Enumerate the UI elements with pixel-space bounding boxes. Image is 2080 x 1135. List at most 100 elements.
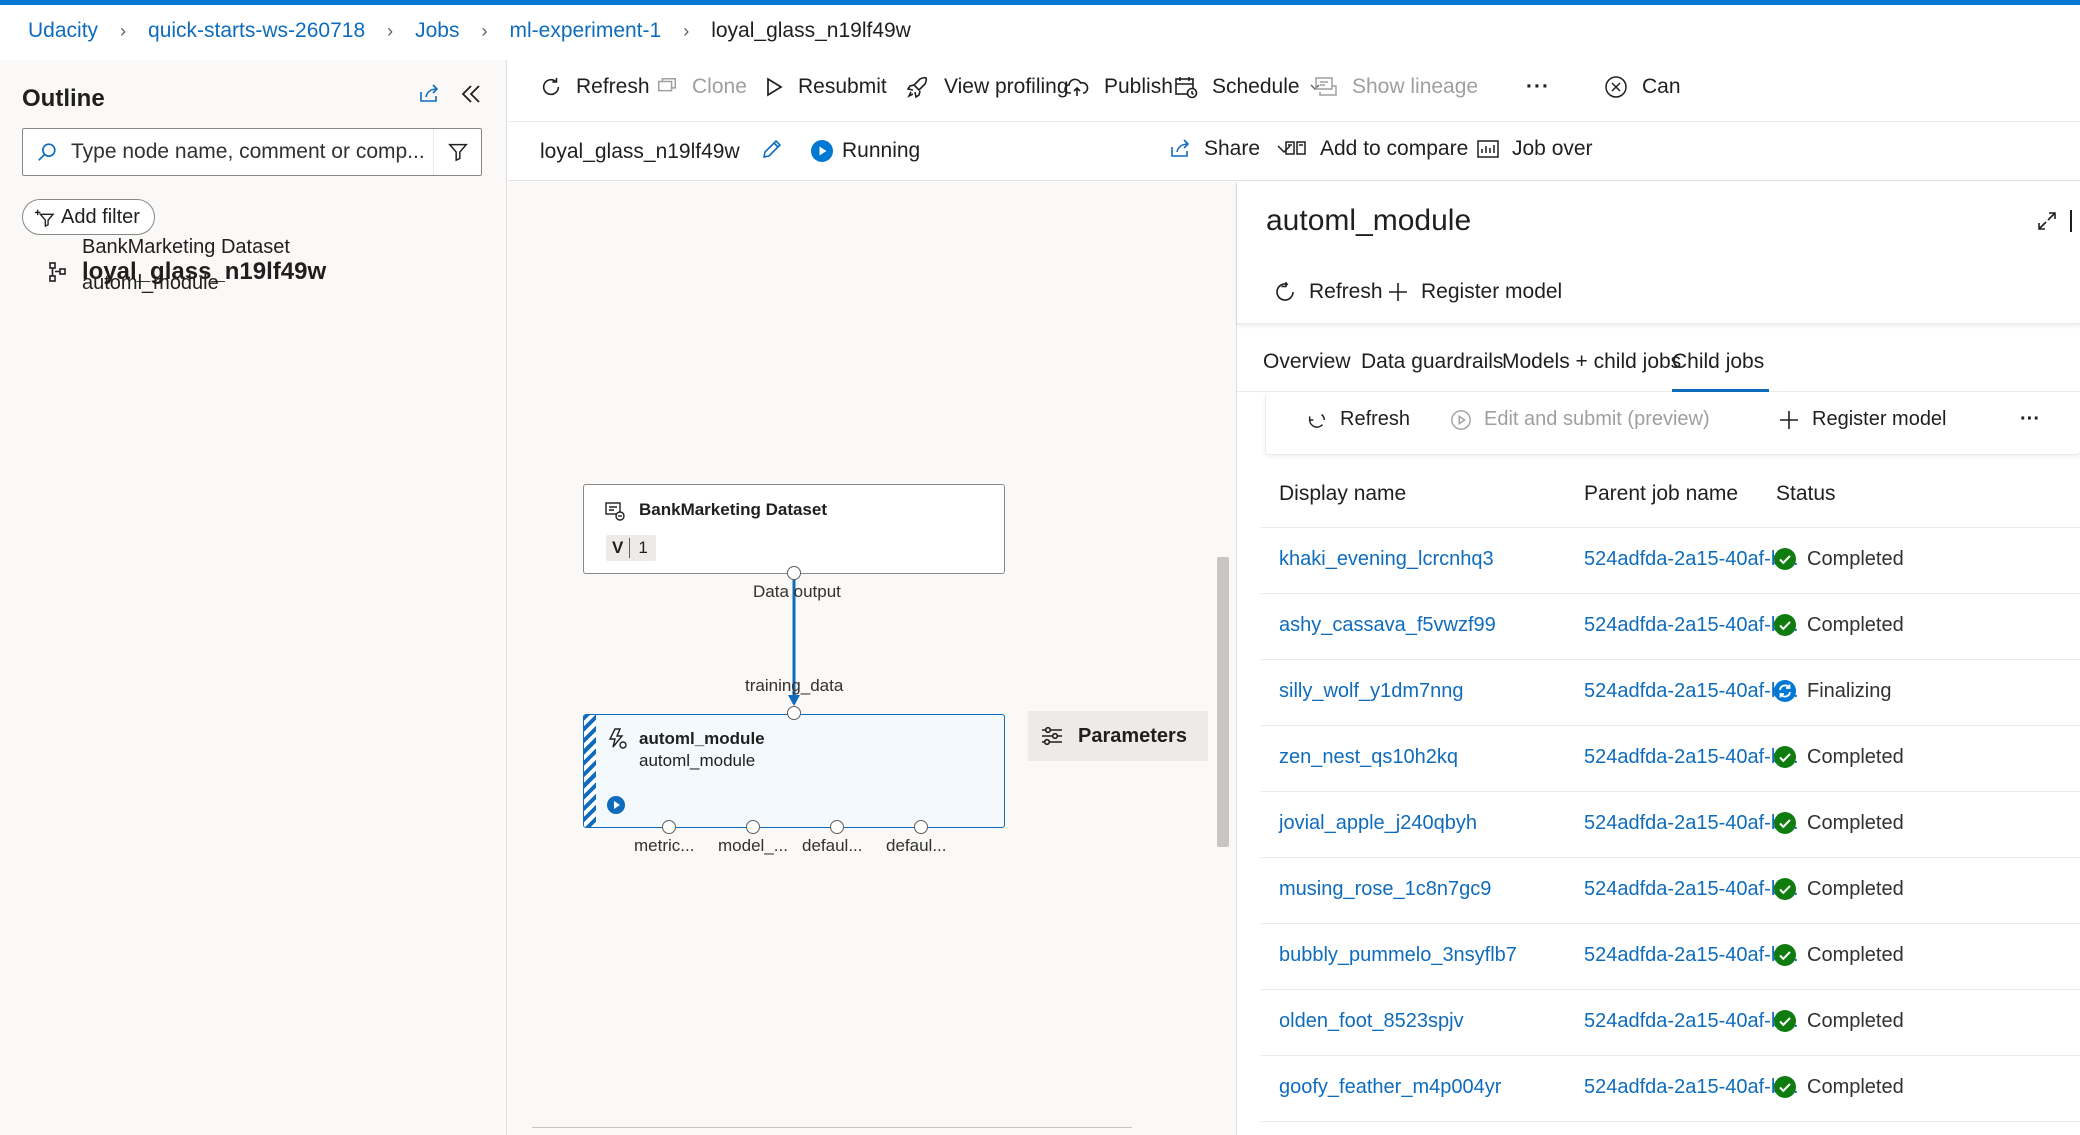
table-row[interactable]: khaki_evening_lcrcnhq3 524adfda-2a15-40af… — [1261, 528, 2080, 594]
breadcrumb-experiment[interactable]: ml-experiment-1 — [509, 19, 661, 43]
module-output-port-4[interactable] — [914, 820, 928, 834]
module-output-port-3[interactable] — [830, 820, 844, 834]
play-circle-icon — [1451, 409, 1471, 430]
tab-data-guardrails[interactable]: Data guardrails — [1361, 350, 1503, 374]
table-row[interactable]: silly_wolf_y1dm7nng 524adfda-2a15-40af-b.… — [1261, 660, 2080, 726]
tab-models-child-jobs[interactable]: Models + child jobs — [1502, 350, 1681, 374]
child-job-display-name-link[interactable]: musing_rose_1c8n7gc9 — [1279, 878, 1491, 901]
table-row[interactable]: bubbly_pummelo_3nsyflb7 524adfda-2a15-40a… — [1261, 924, 2080, 990]
table-row[interactable]: jovial_apple_j240qbyh 524adfda-2a15-40af-… — [1261, 792, 2080, 858]
view-profiling-button[interactable]: View profiling — [906, 67, 1069, 107]
canvas-scrollbar[interactable] — [1217, 557, 1229, 847]
table-row[interactable]: ashy_cassava_f5vwzf99 524adfda-2a15-40af-… — [1261, 594, 2080, 660]
parent-job-link[interactable]: 524adfda-2a15-40af-b... — [1584, 746, 1799, 769]
child-job-display-name-link[interactable]: khaki_evening_lcrcnhq3 — [1279, 548, 1494, 571]
parent-job-link[interactable]: 524adfda-2a15-40af-b... — [1584, 878, 1799, 901]
parent-job-link[interactable]: 524adfda-2a15-40af-b... — [1584, 812, 1799, 835]
parent-job-link[interactable]: 524adfda-2a15-40af-b... — [1584, 680, 1799, 703]
table-row[interactable]: olden_foot_8523spjv 524adfda-2a15-40af-b.… — [1261, 990, 2080, 1056]
module-output-port-2[interactable] — [746, 820, 760, 834]
publish-button[interactable]: Publish — [1064, 67, 1173, 107]
parent-job-link[interactable]: 524adfda-2a15-40af-b... — [1584, 944, 1799, 967]
dataset-output-port[interactable] — [787, 566, 801, 580]
status-label: Completed — [1807, 1075, 1904, 1098]
check-circle-icon — [1773, 547, 1797, 571]
child-job-display-name-link[interactable]: goofy_feather_m4p004yr — [1279, 1076, 1501, 1099]
view-profiling-label: View profiling — [944, 75, 1069, 98]
show-lineage-label: Show lineage — [1352, 75, 1479, 98]
parent-job-link[interactable]: 524adfda-2a15-40af-b... — [1584, 548, 1799, 571]
dataset-node[interactable]: BankMarketing Dataset V 1 — [583, 484, 1005, 574]
clone-button[interactable]: Clone — [656, 67, 747, 107]
check-circle-icon — [1773, 943, 1797, 967]
column-header-display-name[interactable]: Display name — [1279, 482, 1406, 506]
parameters-button[interactable]: Parameters — [1028, 711, 1208, 761]
panel-register-model-button[interactable]: Register model — [1387, 280, 1562, 304]
status-running: Running — [810, 139, 920, 163]
table-row[interactable]: musing_rose_1c8n7gc9 524adfda-2a15-40af-b… — [1261, 858, 2080, 924]
more-options-button[interactable]: ··· — [1526, 67, 1550, 107]
breadcrumb-workspace[interactable]: quick-starts-ws-260718 — [148, 19, 365, 43]
refresh-icon — [1276, 282, 1294, 301]
cancel-button[interactable]: Can — [1604, 67, 1681, 107]
close-panel-edge[interactable] — [2070, 210, 2074, 232]
breadcrumb-workspace-root[interactable]: Udacity — [28, 19, 98, 43]
refresh-icon — [542, 77, 560, 96]
dataset-output-label: Data output — [753, 582, 841, 601]
running-icon — [811, 140, 833, 162]
pencil-icon[interactable] — [760, 137, 784, 166]
pipeline-canvas[interactable]: BankMarketing Dataset V 1 Data output tr… — [508, 182, 1236, 1135]
tree-item-dataset[interactable]: BankMarketing Dataset — [82, 236, 290, 259]
add-filter-button[interactable]: Add filter — [22, 199, 155, 235]
status-cell: Completed — [1773, 745, 1904, 769]
refresh-button[interactable]: Refresh — [540, 67, 650, 107]
edit-submit-button[interactable]: Edit and submit (preview) — [1450, 408, 1710, 431]
tab-child-jobs[interactable]: Child jobs — [1672, 350, 1764, 374]
double-chevron-left-icon[interactable] — [455, 78, 487, 110]
child-job-display-name-link[interactable]: zen_nest_qs10h2kq — [1279, 746, 1458, 769]
check-circle-icon — [1773, 1075, 1797, 1099]
show-lineage-button[interactable]: Show lineage — [1314, 67, 1478, 107]
expand-icon[interactable] — [2036, 210, 2058, 237]
status-running-label: Running — [842, 139, 921, 162]
breadcrumb: Udacity › quick-starts-ws-260718 › Jobs … — [28, 18, 911, 44]
add-to-compare-button[interactable]: Add to compare — [1284, 137, 1468, 161]
schedule-button[interactable]: Schedule — [1174, 67, 1322, 107]
table-row[interactable]: zen_nest_qs10h2kq 524adfda-2a15-40af-b...… — [1261, 726, 2080, 792]
resubmit-button[interactable]: Resubmit — [764, 67, 887, 107]
breadcrumb-jobs[interactable]: Jobs — [415, 19, 459, 43]
outline-search-input[interactable] — [71, 140, 431, 164]
panel-refresh-button[interactable]: Refresh — [1273, 280, 1383, 304]
running-stripe — [584, 715, 596, 827]
child-refresh-button[interactable]: Refresh — [1306, 408, 1410, 431]
child-job-display-name-link[interactable]: ashy_cassava_f5vwzf99 — [1279, 614, 1496, 637]
status-cell: Completed — [1773, 1009, 1904, 1033]
child-job-display-name-link[interactable]: jovial_apple_j240qbyh — [1279, 812, 1477, 835]
share-button[interactable]: Share — [1168, 137, 1292, 161]
status-cell: Completed — [1773, 547, 1904, 571]
filter-icon[interactable] — [433, 129, 481, 175]
automl-module-node[interactable]: automl_module automl_module — [583, 714, 1005, 828]
column-header-parent-job[interactable]: Parent job name — [1584, 482, 1738, 506]
module-input-port[interactable] — [787, 706, 801, 720]
child-register-model-button[interactable]: Register model — [1778, 408, 1947, 431]
child-register-model-label: Register model — [1812, 408, 1947, 430]
parent-job-link[interactable]: 524adfda-2a15-40af-b... — [1584, 1010, 1799, 1033]
parent-job-link[interactable]: 524adfda-2a15-40af-b... — [1584, 1076, 1799, 1099]
share-icon[interactable] — [413, 78, 445, 110]
tab-overview[interactable]: Overview — [1263, 350, 1351, 374]
parent-job-link[interactable]: 524adfda-2a15-40af-b... — [1584, 614, 1799, 637]
table-row[interactable]: goofy_feather_m4p004yr 524adfda-2a15-40af… — [1261, 1056, 2080, 1122]
child-job-display-name-link[interactable]: bubbly_pummelo_3nsyflb7 — [1279, 944, 1517, 967]
tree-item-automl[interactable]: automl_module — [82, 272, 219, 295]
child-job-display-name-link[interactable]: silly_wolf_y1dm7nng — [1279, 680, 1464, 703]
cloud-upload-icon — [1064, 78, 1089, 96]
child-more-button[interactable]: ··· — [2020, 408, 2040, 431]
column-header-status[interactable]: Status — [1776, 482, 1836, 506]
child-job-display-name-link[interactable]: olden_foot_8523spjv — [1279, 1010, 1464, 1033]
add-filter-label: Add filter — [61, 205, 140, 228]
version-label: V — [606, 538, 631, 558]
job-overview-button[interactable]: Job over — [1476, 137, 1593, 161]
module-output-port-1[interactable] — [662, 820, 676, 834]
child-refresh-label: Refresh — [1340, 408, 1411, 430]
